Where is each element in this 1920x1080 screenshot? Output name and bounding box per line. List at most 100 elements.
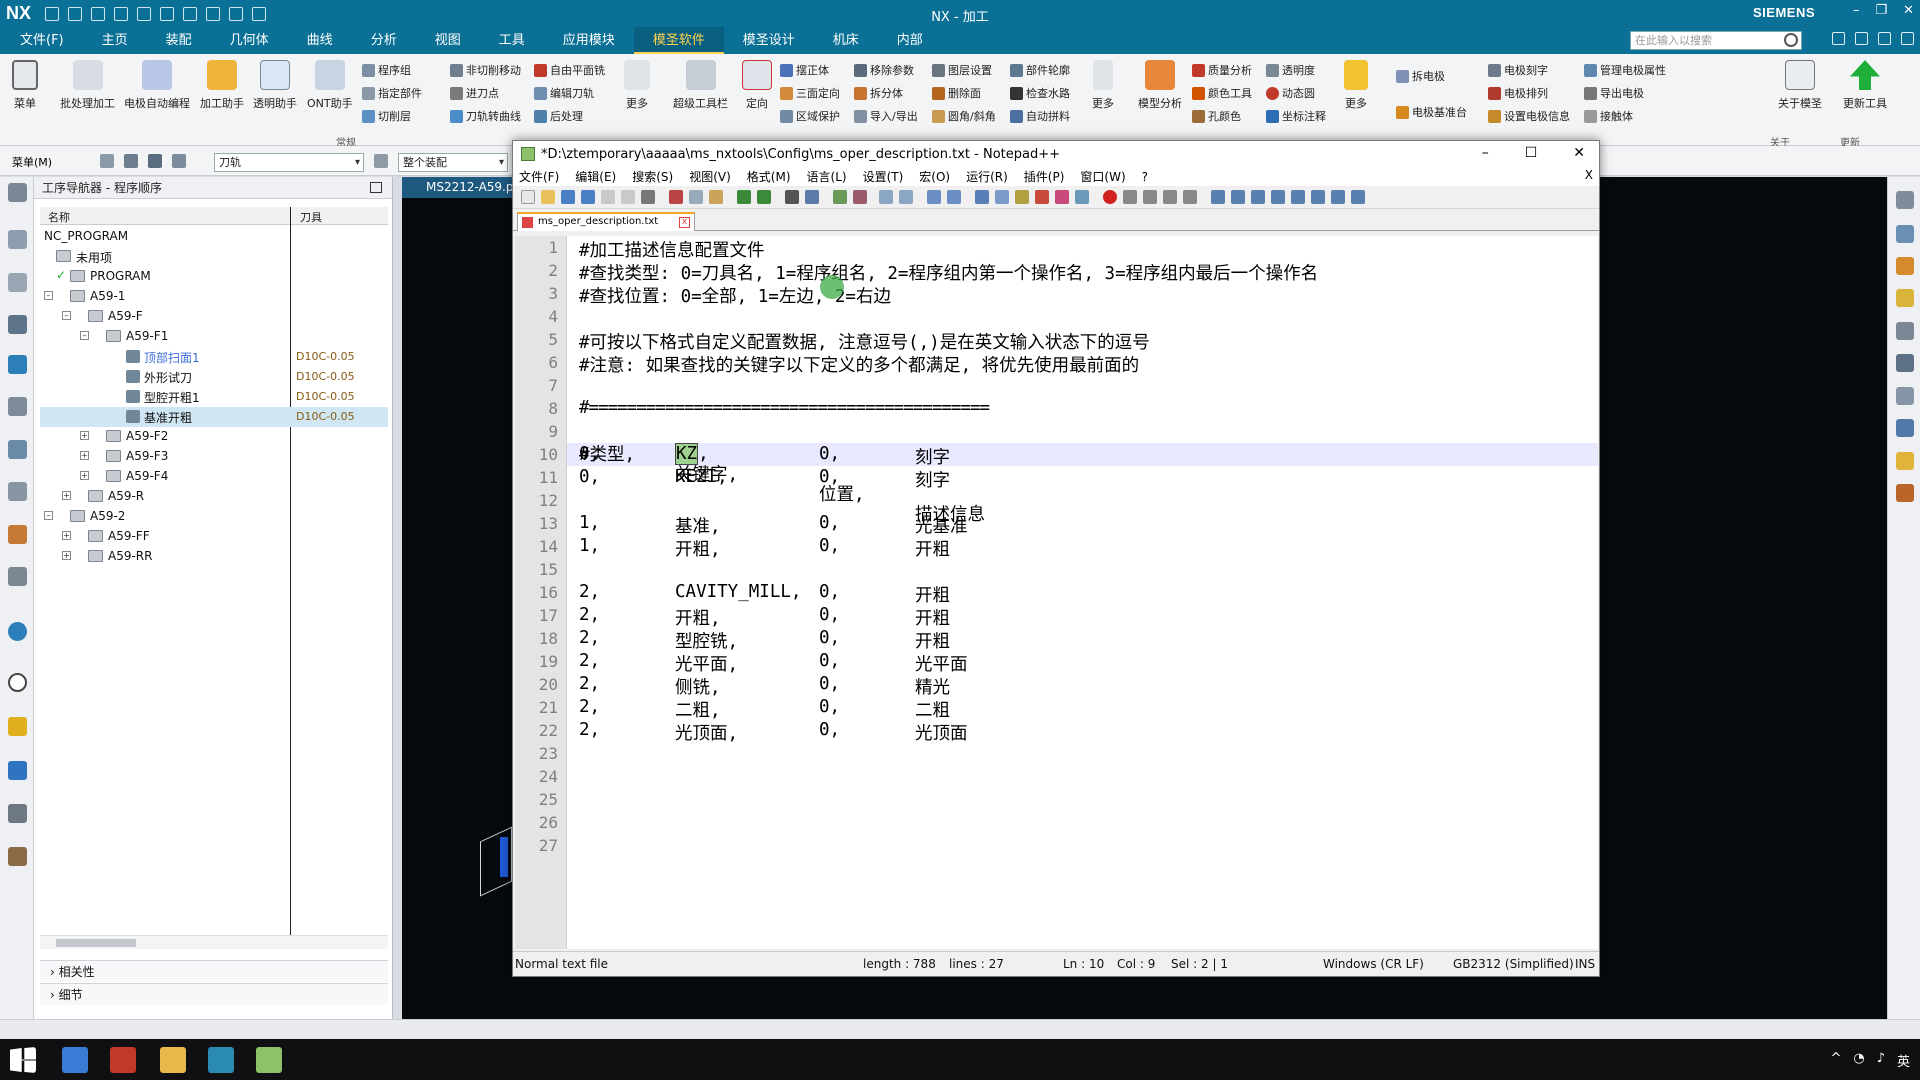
part-navigator-icon[interactable] [8,397,27,416]
word-wrap-icon[interactable] [927,190,941,204]
app-icon-pycharm[interactable] [208,1047,234,1073]
replace-icon[interactable] [805,190,819,204]
tree-row-a59-2[interactable]: – A59-2 [40,507,388,527]
electrode-engrave-button[interactable]: 电极刻字 [1488,62,1548,78]
maximize-button[interactable]: ☐ [1525,145,1538,161]
menu-run[interactable]: 运行(R) [958,168,1016,185]
constraint-navigator-icon[interactable] [8,273,27,292]
panel-icon[interactable] [1896,484,1914,502]
electrode-auto-program-button[interactable]: 电极自动编程 [124,60,190,111]
transparent-assistant-button[interactable]: 透明助手 [253,60,297,111]
arrow-down-icon[interactable] [1311,190,1325,204]
assembly-navigator-icon[interactable] [8,230,27,249]
folder-workspace-icon[interactable] [1035,190,1049,204]
menu-internal[interactable]: 内部 [878,27,942,54]
batch-machining-button[interactable]: 批处理加工 [60,60,115,111]
split-body-button[interactable]: 拆分体 [854,85,903,101]
layer-settings-button[interactable]: 图层设置 [932,62,992,78]
menu-dropdown[interactable]: 菜单(M) [12,154,52,170]
menu-format[interactable]: 格式(M) [739,168,799,185]
three-plane-orient-button[interactable]: 三面定向 [780,85,840,101]
panel-icon[interactable] [1896,225,1914,243]
search-icon[interactable] [1784,33,1798,47]
tree-row-a59-f1[interactable]: – A59-F1 [40,327,388,347]
super-toolbar-button[interactable]: 超级工具栏 [673,60,728,111]
repeat-command-icon[interactable] [160,6,175,21]
minimize-button[interactable]: – [1853,3,1860,18]
entry-point-button[interactable]: 进刀点 [450,85,499,101]
menu-view[interactable]: 视图(V) [681,168,739,185]
fullscreen-icon[interactable] [1832,32,1845,45]
menu-window[interactable]: 窗口(W) [1072,168,1133,185]
split-electrode-button[interactable]: 拆电极 [1396,68,1445,84]
menu-search[interactable]: 搜索(S) [624,168,681,185]
save-macro-icon[interactable] [1183,190,1197,204]
panel-icon[interactable] [1896,387,1914,405]
orient-button[interactable]: 定向 [742,60,772,111]
more-button-3[interactable]: 更多 [1344,60,1368,111]
roles-icon[interactable] [8,717,27,736]
transparency-button[interactable]: 透明度 [1266,62,1315,78]
part-outline-button[interactable]: 部件轮廓 [1010,62,1070,78]
eye-icon[interactable] [1075,190,1089,204]
tree-row-operation-selected[interactable]: 基准开粗 D10C-0.05 [40,407,388,427]
system-materials-icon[interactable] [8,567,27,586]
panel-icon[interactable] [1896,322,1914,340]
tree-row-operation[interactable]: 型腔开粗1 D10C-0.05 [40,387,388,407]
update-tools-button[interactable]: 更新工具 [1843,60,1887,111]
collapse-icon[interactable]: – [62,311,71,320]
electrode-base-button[interactable]: 电极基准台 [1396,104,1467,120]
electrode-arrange-button[interactable]: 电极排列 [1488,85,1548,101]
undo-icon[interactable] [737,190,751,204]
dependencies-section[interactable]: › 相关性 [40,960,388,982]
copy-icon[interactable] [689,190,703,204]
text-editor[interactable]: 1 2 3 4 5 6 7 8 9 10 11 12 13 14 15 16 17 18 19 20 21 22 23 24 2… [515,236,1598,949]
zoom-out-icon[interactable] [853,190,867,204]
menu-home[interactable]: 主页 [83,27,147,54]
scrollbar-thumb[interactable] [56,939,136,947]
edit-toolpath-button[interactable]: 编辑刀轨 [534,85,594,101]
tree-row-a59-f3[interactable]: + A59-F3 [40,447,388,467]
plugin-icon-1[interactable] [1211,190,1225,204]
color-tools-button[interactable]: 颜色工具 [1192,85,1252,101]
type-filter-select[interactable]: 刀轨 [214,153,364,172]
geometry-view-icon[interactable] [172,154,186,168]
sync-vertical-icon[interactable] [879,190,893,204]
menu-help[interactable]: ? [1134,170,1156,184]
menu-file[interactable]: 文件(F) [0,27,83,54]
tree-row-a59-f4[interactable]: + A59-F4 [40,467,388,487]
tree-row-a59-rr[interactable]: + A59-RR [40,547,388,567]
coordinate-note-button[interactable]: 坐标注释 [1266,108,1326,124]
close-button[interactable]: ✕ [1903,3,1914,18]
network-icon[interactable]: ◔ [1853,1051,1864,1070]
menu-big-button[interactable]: 菜单 [12,60,38,111]
file-explorer-icon[interactable] [160,1047,186,1073]
save-all-icon[interactable] [581,190,595,204]
save-icon[interactable] [45,6,60,21]
ont-assistant-button[interactable]: ONT助手 [307,60,353,111]
menu-analysis[interactable]: 分析 [352,27,416,54]
more-button-2[interactable]: 更多 [1092,60,1114,111]
paste-icon[interactable] [709,190,723,204]
stop-macro-icon[interactable] [1123,190,1137,204]
set-electrode-info-button[interactable]: 设置电极信息 [1488,108,1570,124]
machining-assistant-button[interactable]: 加工助手 [200,60,244,111]
close-button[interactable]: ✕ [1573,145,1585,161]
monitoring-icon[interactable] [1055,190,1069,204]
machine-navigator-icon[interactable] [8,355,27,374]
delete-face-button[interactable]: 删除面 [932,85,981,101]
expand-icon[interactable]: + [62,491,71,500]
menu-machine[interactable]: 机床 [814,27,878,54]
plugin-icon-2[interactable] [1231,190,1245,204]
app-icon-desktop[interactable] [62,1047,88,1073]
expand-icon[interactable]: + [80,471,89,480]
type-filter-icon[interactable] [374,154,388,168]
program-view-icon[interactable] [124,154,138,168]
sync-horizontal-icon[interactable] [899,190,913,204]
panel-icon[interactable] [1896,354,1914,372]
manage-electrode-props-button[interactable]: 管理电极属性 [1584,62,1666,78]
tree-row-a59-ff[interactable]: + A59-FF [40,527,388,547]
check-waterline-button[interactable]: 检查水路 [1010,85,1070,101]
expand-icon[interactable]: + [62,531,71,540]
tree-row-a59-f[interactable]: – A59-F [40,307,388,327]
